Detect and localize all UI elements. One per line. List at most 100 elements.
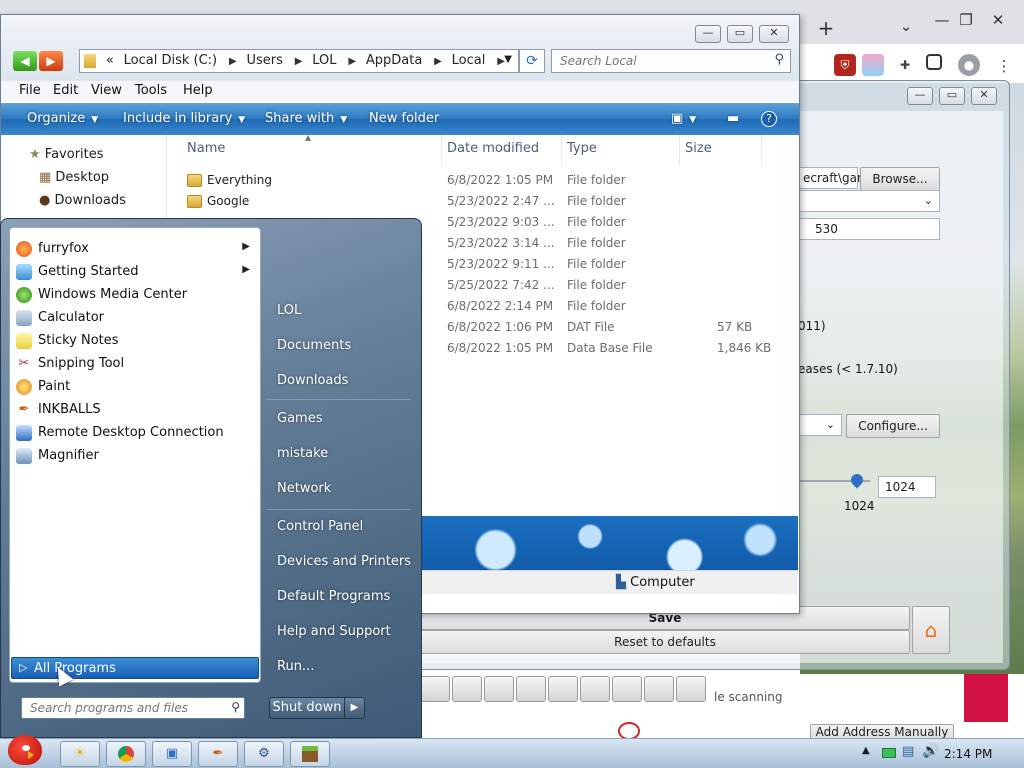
show-hidden-icons-icon[interactable]: ▲ <box>862 745 870 756</box>
inventory-slot[interactable] <box>484 676 514 702</box>
taskbar-inkballs[interactable]: ✒ <box>198 741 238 767</box>
configure-button[interactable]: Configure... <box>846 414 940 438</box>
address-bar[interactable]: « Local Disk (C:) ▶ Users ▶ LOL ▶ AppDat… <box>79 49 519 73</box>
breadcrumb-users[interactable]: Users <box>246 50 282 72</box>
menu-help[interactable]: Help <box>183 83 213 98</box>
resolution-input[interactable]: 1024 <box>878 476 936 498</box>
back-arrow-icon[interactable]: ◀ <box>13 51 37 71</box>
file-row[interactable]: Everything 6/8/2022 1:05 PM File folder <box>167 171 799 192</box>
shutdown-options-button[interactable]: ▶ <box>345 697 365 719</box>
search-icon[interactable]: ⚲ <box>231 700 240 714</box>
inventory-slot[interactable] <box>548 676 578 702</box>
account-avatar-icon[interactable]: ● <box>958 54 980 76</box>
include-in-library-button[interactable]: Include in library ▼ <box>123 111 245 126</box>
inventory-slot[interactable] <box>676 676 706 702</box>
browse-button[interactable]: Browse... <box>860 167 940 191</box>
start-link-control-panel[interactable]: Control Panel <box>277 519 363 534</box>
column-header-type[interactable]: Type <box>567 141 597 156</box>
breadcrumb-separator-icon[interactable]: ▶ <box>295 51 303 73</box>
breadcrumb-local[interactable]: Local <box>452 50 486 72</box>
program-magnifier[interactable]: Magnifier <box>12 445 258 467</box>
start-search-input[interactable] <box>22 698 218 718</box>
inventory-slot[interactable] <box>612 676 642 702</box>
all-programs-button[interactable]: ▷ All Programs <box>11 657 259 679</box>
game-directory-input[interactable]: ecraft\gar <box>796 167 862 189</box>
explorer-search-box[interactable]: ⚲ <box>551 49 791 73</box>
forward-arrow-icon[interactable]: ▶ <box>39 51 63 71</box>
explorer-search-input[interactable] <box>552 50 762 72</box>
reset-defaults-button[interactable]: Reset to defaults <box>420 630 910 654</box>
explorer-maximize-button[interactable]: ▭ <box>727 25 753 43</box>
preview-pane-icon[interactable]: ▬ <box>727 111 739 126</box>
search-icon[interactable]: ⚲ <box>774 52 784 67</box>
memory-input[interactable]: 530 <box>796 218 940 240</box>
start-link-games[interactable]: Games <box>277 411 322 426</box>
menu-view[interactable]: View <box>91 83 122 98</box>
start-link-lol[interactable]: LOL <box>277 303 301 318</box>
taskbar-clock[interactable]: 2:14 PM <box>944 747 992 761</box>
inventory-slot[interactable] <box>644 676 674 702</box>
tab-list-button[interactable]: ⌄ <box>892 14 920 38</box>
volume-icon[interactable]: 🔊 <box>922 743 939 759</box>
home-button[interactable]: ⌂ <box>912 606 950 654</box>
inventory-slot[interactable] <box>452 676 482 702</box>
inventory-slot[interactable] <box>580 676 610 702</box>
launcher-maximize-button[interactable]: ▭ <box>939 87 965 105</box>
view-options-icon[interactable]: ▣ ▼ <box>671 111 696 126</box>
nav-downloads[interactable]: ● Downloads <box>39 193 126 208</box>
program-inkballs[interactable]: ✒ INKBALLS <box>12 399 258 421</box>
explorer-close-button[interactable]: ✕ <box>759 25 789 43</box>
shield-extension-icon[interactable]: ⛨ <box>834 54 856 76</box>
program-calculator[interactable]: Calculator <box>12 307 258 329</box>
column-header-date[interactable]: Date modified <box>447 141 539 156</box>
start-link-network[interactable]: Network <box>277 481 331 496</box>
taskbar-settings[interactable]: ⚙ <box>244 741 284 767</box>
program-paint[interactable]: Paint <box>12 376 258 398</box>
taskbar-remote-desktop[interactable]: ▣ <box>152 741 192 767</box>
explorer-minimize-button[interactable]: — <box>695 25 721 43</box>
inventory-slot[interactable] <box>420 676 450 702</box>
nav-desktop[interactable]: ▦ Desktop <box>39 170 109 185</box>
start-link-run[interactable]: Run... <box>277 659 314 674</box>
program-windows-media-center[interactable]: Windows Media Center <box>12 284 258 306</box>
browser-restore-button[interactable]: ❐ <box>952 8 980 32</box>
taskbar-minecraft[interactable] <box>290 741 330 767</box>
launcher-minimize-button[interactable]: — <box>907 87 933 105</box>
new-folder-button[interactable]: New folder <box>369 111 439 126</box>
program-sticky-notes[interactable]: Sticky Notes <box>12 330 258 352</box>
start-link-mistake[interactable]: mistake <box>277 446 328 461</box>
organize-button[interactable]: Organize ▼ <box>27 111 98 126</box>
taskbar-explorer[interactable]: ☀ <box>60 741 100 767</box>
start-button[interactable] <box>2 731 50 768</box>
menu-file[interactable]: File <box>19 83 41 98</box>
column-divider[interactable] <box>561 135 562 165</box>
program-snipping-tool[interactable]: ✂ Snipping Tool <box>12 353 258 375</box>
breadcrumb-separator-icon[interactable]: ▶ <box>229 51 237 73</box>
breadcrumb-separator-icon[interactable]: ▶ <box>434 51 442 73</box>
start-link-help-support[interactable]: Help and Support <box>277 624 391 639</box>
profile-extension-icon[interactable] <box>862 54 884 76</box>
start-search-box[interactable]: ⚲ <box>21 697 245 719</box>
breadcrumb-separator-icon[interactable]: ▶ <box>348 51 356 73</box>
start-link-devices-printers[interactable]: Devices and Printers <box>277 554 411 569</box>
new-tab-button[interactable]: + <box>812 16 840 40</box>
menu-tools[interactable]: Tools <box>135 83 167 98</box>
file-row[interactable]: Google 5/23/2022 2:47 ... File folder <box>167 192 799 213</box>
profile-dropdown[interactable]: ⌄ <box>796 414 842 436</box>
address-dropdown-icon[interactable]: ▼ <box>504 54 512 65</box>
column-header-name[interactable]: Name <box>187 141 225 156</box>
program-furryfox[interactable]: furryfox ▶ <box>12 238 258 260</box>
nav-favorites[interactable]: ★ Favorites <box>29 147 104 162</box>
breadcrumb-appdata[interactable]: AppData <box>366 50 422 72</box>
inventory-slot[interactable] <box>516 676 546 702</box>
column-divider[interactable] <box>679 135 680 165</box>
column-header-size[interactable]: Size <box>685 141 712 156</box>
browser-menu-button[interactable]: ⋮ <box>990 54 1018 78</box>
breadcrumb-back[interactable]: « <box>106 50 114 72</box>
column-divider[interactable] <box>761 135 762 165</box>
program-getting-started[interactable]: Getting Started ▶ <box>12 261 258 283</box>
puzzle-extension-icon[interactable]: ✚ <box>894 54 916 76</box>
help-icon[interactable]: ? <box>761 111 777 127</box>
shutdown-button[interactable]: Shut down <box>269 697 345 719</box>
start-link-downloads[interactable]: Downloads <box>277 373 348 388</box>
